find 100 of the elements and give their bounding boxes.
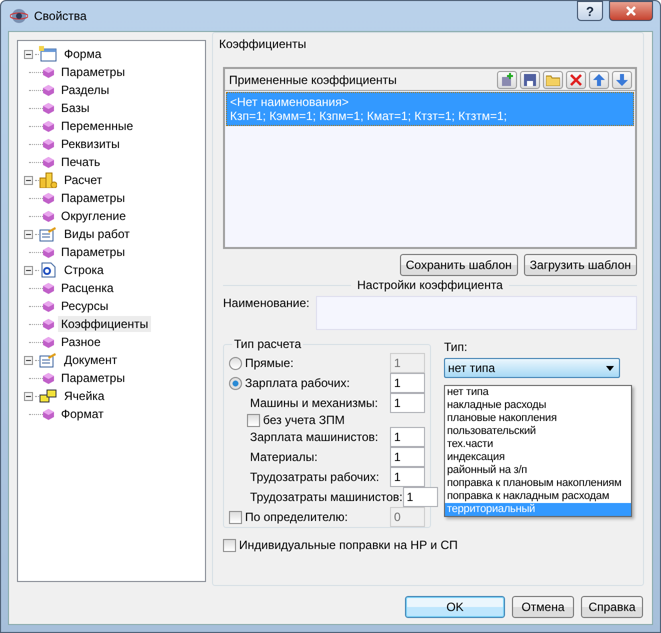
delete-icon <box>570 74 582 86</box>
toolbar-button[interactable] <box>543 70 563 88</box>
app-icon <box>10 7 28 25</box>
dropdown-option[interactable]: пользовательский <box>445 425 631 438</box>
gem-icon <box>43 156 54 168</box>
tree-item[interactable]: Параметры <box>58 190 128 206</box>
toolbar-button[interactable] <box>566 70 586 88</box>
dropdown-option[interactable]: нет типа <box>445 386 631 399</box>
close-button[interactable] <box>609 1 653 21</box>
section-title: Настройки коэффициента <box>357 278 503 292</box>
add-icon <box>500 72 514 86</box>
tree-item[interactable]: Параметры <box>58 370 128 386</box>
save-icon <box>523 72 537 86</box>
window-icon <box>39 46 57 62</box>
tree-item[interactable]: Строка <box>61 262 107 278</box>
gem-icon <box>43 246 54 258</box>
gem-icon <box>43 102 54 114</box>
cells-icon <box>39 388 57 404</box>
tree-item[interactable]: Параметры <box>58 64 128 80</box>
type-label: Тип: <box>444 340 468 354</box>
tree-item[interactable]: Коэффициенты <box>58 316 152 332</box>
dropdown-option[interactable]: индексация <box>445 451 631 464</box>
collapse-toggle[interactable] <box>24 392 33 400</box>
gem-icon <box>43 318 54 330</box>
tree-item[interactable]: Ячейка <box>61 388 108 404</box>
coins-icon <box>39 172 57 188</box>
group-title: Тип расчета <box>232 337 304 351</box>
radio-label: Зарплата рабочих: <box>245 376 351 390</box>
tree-item[interactable]: Округление <box>58 208 129 224</box>
tree-item[interactable]: Расценка <box>58 280 117 296</box>
checkbox-label: Индивидуальные поправки на НР и СП <box>239 538 459 552</box>
tree-item[interactable]: Виды работ <box>61 226 133 242</box>
collapse-toggle[interactable] <box>24 50 33 58</box>
dropdown-option[interactable]: поправка к накладным расходам <box>445 490 631 503</box>
gem-icon <box>43 84 54 96</box>
tree-item[interactable]: Реквизиты <box>58 136 123 152</box>
field-label: Машины и механизмы: <box>250 396 379 410</box>
type-dropdown[interactable]: нет типа <box>444 358 620 378</box>
checkbox-label: без учета ЗПМ <box>263 413 346 427</box>
toolbar-button[interactable] <box>612 70 632 88</box>
group-title: Коэффициенты <box>217 37 308 51</box>
gem-icon <box>43 210 54 222</box>
dropdown-option[interactable]: тех.части <box>445 438 631 451</box>
help-button[interactable]: ? <box>577 1 603 21</box>
dialog-button[interactable]: Отмена <box>512 596 574 618</box>
tree-item[interactable]: Форма <box>61 46 104 62</box>
checkbox[interactable] <box>223 538 236 552</box>
template-button[interactable]: Загрузить шаблон <box>524 254 637 276</box>
list-title: Примененные коэффициенты <box>229 72 398 86</box>
radio-button[interactable] <box>229 376 242 390</box>
tree-item[interactable]: Параметры <box>58 244 128 260</box>
number-field[interactable]: 1 <box>390 447 425 467</box>
radio-label: Прямые: <box>245 356 295 370</box>
folder-icon <box>546 74 560 86</box>
number-field[interactable]: 1 <box>390 393 425 413</box>
collapse-toggle[interactable] <box>24 230 33 238</box>
tree-item[interactable]: Разное <box>58 334 104 350</box>
document-pen-icon <box>39 226 57 242</box>
gem-icon <box>43 192 54 204</box>
tree-item[interactable]: Переменные <box>58 118 136 134</box>
checkbox[interactable] <box>247 414 260 426</box>
dialog-button[interactable]: Справка <box>581 596 643 618</box>
name-field[interactable] <box>316 296 637 330</box>
tree-item[interactable]: Формат <box>58 406 107 422</box>
name-label: Наименование: <box>223 296 310 312</box>
tree-item[interactable]: Печать <box>58 154 104 170</box>
number-field[interactable]: 1 <box>390 467 425 487</box>
close-icon <box>626 6 636 16</box>
gem-icon <box>43 372 54 384</box>
collapse-toggle[interactable] <box>24 266 33 274</box>
toolbar-button[interactable] <box>497 70 517 88</box>
template-button[interactable]: Сохранить шаблон <box>400 254 518 276</box>
field-label: Трудозатраты машинистов: <box>250 490 403 504</box>
dropdown-arrow-icon <box>606 366 614 370</box>
tree-item[interactable]: Разделы <box>58 82 112 98</box>
gem-icon <box>43 120 54 132</box>
dropdown-option[interactable]: районный на з/п <box>445 464 631 477</box>
arrow-down-icon <box>616 74 628 86</box>
toolbar-button[interactable] <box>589 70 609 88</box>
arrow-up-icon <box>593 74 605 86</box>
dropdown-option[interactable]: плановые накопления <box>445 412 631 425</box>
number-field[interactable]: 1 <box>390 427 425 447</box>
tree-item[interactable]: Расчет <box>61 172 106 188</box>
tree-item[interactable]: Ресурсы <box>58 298 112 314</box>
field-label: Зарплата машинистов: <box>250 430 380 444</box>
number-field[interactable]: 1 <box>402 487 438 507</box>
gem-icon <box>43 282 54 294</box>
field-label: Материалы: <box>250 450 319 464</box>
gem-icon <box>43 300 54 312</box>
tree-item[interactable]: Документ <box>61 352 120 368</box>
gem-icon <box>43 66 54 78</box>
dropdown-option[interactable]: накладные расходы <box>445 399 631 412</box>
collapse-toggle[interactable] <box>24 356 33 364</box>
dialog-button[interactable]: OK <box>405 596 505 618</box>
gem-icon <box>43 138 54 150</box>
dropdown-option[interactable]: поправка к плановым накоплениям <box>445 477 631 490</box>
number-field[interactable]: 1 <box>390 373 425 393</box>
tree-item[interactable]: Базы <box>58 100 93 116</box>
collapse-toggle[interactable] <box>24 176 33 184</box>
toolbar-button[interactable] <box>520 70 540 88</box>
